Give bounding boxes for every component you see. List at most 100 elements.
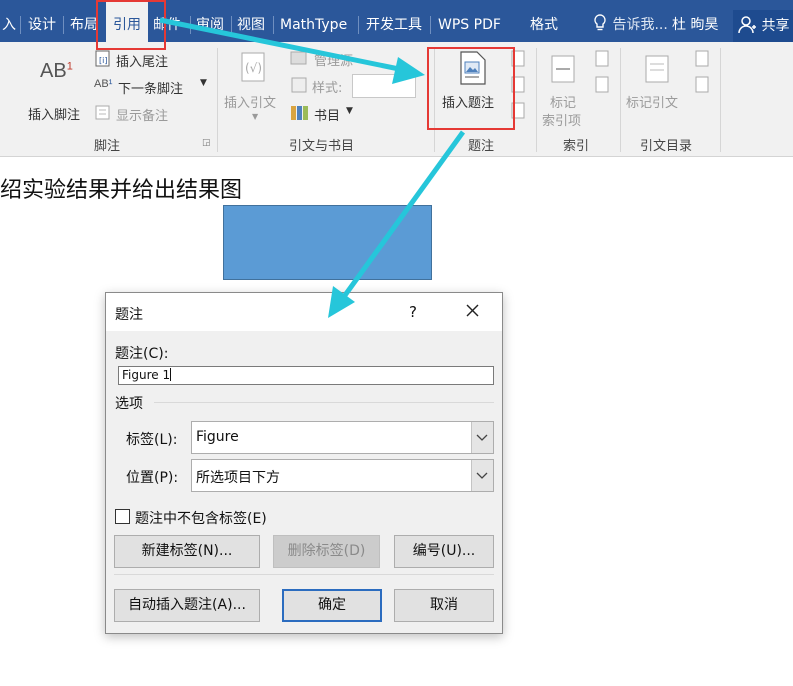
tab-wps-pdf[interactable]: WPS PDF — [438, 0, 501, 42]
bibliography-button[interactable]: 书目 ▼ — [290, 102, 370, 124]
style-label: 样式: — [312, 81, 343, 96]
mark-citation-icon — [645, 55, 669, 83]
tab-developer[interactable]: 开发工具 — [366, 0, 422, 42]
insert-footnote-button[interactable]: AB1 插入脚注 — [26, 54, 90, 123]
caption-dialog: 题注 ? 题注(C): Figure 1 选项 标签(L): Figure 位置… — [105, 292, 503, 634]
insert-index-icon[interactable] — [594, 50, 614, 68]
chevron-down-icon — [476, 472, 488, 479]
citation-icon: (√) — [241, 52, 265, 82]
dialog-launcher-icon[interactable]: ◲ — [202, 138, 211, 148]
buttons-divider — [114, 574, 494, 575]
cancel-button[interactable]: 取消 — [394, 589, 494, 622]
caption-input[interactable]: Figure 1 — [118, 366, 494, 385]
tab-separator — [20, 16, 21, 34]
mark-entry-icon — [551, 55, 575, 83]
tab-mathtype[interactable]: MathType — [280, 0, 347, 42]
tab-separator — [231, 16, 232, 34]
endnote-icon: [i] — [95, 50, 110, 67]
caption-input-value: Figure 1 — [122, 368, 171, 382]
footnote-group-label: 脚注 — [94, 139, 121, 154]
autocaption-button[interactable]: 自动插入题注(A)... — [114, 589, 260, 622]
manage-sources-label: 管理源 — [314, 54, 354, 69]
insert-citation-button[interactable]: (√) 插入引文 ▼ — [222, 50, 286, 124]
tab-format[interactable]: 格式 — [530, 0, 558, 42]
exclude-label-text: 题注中不包含标签(E) — [135, 511, 267, 527]
dialog-titlebar[interactable]: 题注 ? — [106, 293, 502, 331]
label-combobox[interactable]: Figure — [191, 421, 494, 454]
group-separator — [620, 48, 621, 152]
tab-separator — [358, 16, 359, 34]
new-label-button[interactable]: 新建标签(N)... — [114, 535, 260, 568]
group-separator — [536, 48, 537, 152]
user-name[interactable]: 杜 昫昊 — [672, 0, 718, 42]
delete-label-button[interactable]: 删除标签(D) — [273, 535, 380, 568]
citations-group-label: 引文与书目 — [289, 139, 355, 154]
highlight-insert-caption — [427, 47, 515, 130]
group-separator — [217, 48, 218, 152]
position-combobox-value: 所选项目下方 — [196, 470, 280, 486]
next-footnote-icon: AB¹ — [94, 78, 113, 90]
mark-entry-label-line2: 索引项 — [542, 114, 582, 129]
position-field-label: 位置(P): — [126, 470, 179, 486]
tab-separator — [273, 16, 274, 34]
tell-me-box[interactable]: 告诉我... — [592, 0, 668, 42]
ok-button[interactable]: 确定 — [282, 589, 382, 622]
label-dropdown-button[interactable] — [471, 422, 493, 453]
tell-me-text: 告诉我... — [612, 17, 668, 33]
style-icon — [291, 77, 307, 93]
person-icon — [738, 16, 756, 34]
caption-field-label: 题注(C): — [115, 346, 169, 362]
show-notes-icon — [95, 105, 110, 120]
tab-layout[interactable]: 布局 — [70, 0, 98, 42]
tab-insert[interactable]: 入 — [2, 0, 16, 42]
group-separator — [720, 48, 721, 152]
close-button[interactable] — [461, 298, 485, 322]
tab-design[interactable]: 设计 — [28, 0, 56, 42]
show-notes-button[interactable]: 显示备注 — [94, 104, 194, 124]
insert-endnote-button[interactable]: [i] 插入尾注 — [94, 50, 194, 70]
bibliography-label: 书目 — [314, 109, 341, 124]
mark-citation-label: 标记引文 — [626, 96, 679, 111]
options-divider — [154, 402, 494, 403]
text-cursor — [170, 368, 172, 381]
label-combobox-value: Figure — [196, 429, 239, 445]
share-button[interactable]: 共享 — [733, 10, 793, 42]
manage-sources-button[interactable]: 管理源 — [290, 48, 370, 69]
style-dropdown[interactable] — [352, 74, 416, 98]
bibliography-icon — [291, 106, 308, 120]
toa-group-label: 引文目录 — [640, 139, 693, 154]
share-label: 共享 — [761, 18, 790, 34]
dropdown-arrow-icon: ▼ — [346, 106, 353, 116]
insert-footnote-label: 插入脚注 — [28, 108, 81, 123]
tab-view[interactable]: 视图 — [237, 0, 265, 42]
label-field-label: 标签(L): — [126, 432, 178, 448]
position-combobox[interactable]: 所选项目下方 — [191, 459, 494, 492]
dropdown-arrow-icon: ▼ — [252, 112, 259, 121]
next-footnote-label: 下一条脚注 — [118, 82, 184, 97]
style-selector[interactable]: 样式: — [290, 74, 430, 98]
insert-toa-icon[interactable] — [694, 50, 714, 68]
document-figure-shape[interactable] — [223, 205, 432, 280]
insert-endnote-label: 插入尾注 — [116, 55, 169, 70]
update-toa-icon[interactable] — [694, 76, 714, 94]
tab-review[interactable]: 审阅 — [196, 0, 224, 42]
index-group-label: 索引 — [563, 139, 590, 154]
help-button[interactable]: ? — [409, 303, 417, 321]
document-heading-text: 绍实验结果并给出结果图 — [0, 178, 243, 203]
position-dropdown-button[interactable] — [471, 460, 493, 491]
tab-separator — [190, 16, 191, 34]
numbering-button[interactable]: 编号(U)... — [394, 535, 494, 568]
close-icon — [466, 304, 479, 317]
dropdown-arrow-icon: ▼ — [200, 78, 207, 88]
mark-entry-button[interactable]: 标记 索引项 — [540, 50, 592, 129]
footnote-ab-icon: AB1 — [40, 60, 73, 82]
highlight-references-tab — [96, 0, 166, 50]
next-footnote-button[interactable]: AB¹ 下一条脚注 ▼ — [94, 77, 210, 97]
update-index-icon[interactable] — [594, 76, 614, 94]
svg-text:(√): (√) — [245, 61, 262, 75]
manage-sources-icon — [290, 51, 307, 65]
tab-separator — [430, 16, 431, 34]
exclude-label-checkbox[interactable] — [115, 509, 130, 524]
dialog-title: 题注 — [115, 307, 143, 323]
mark-citation-button[interactable]: 标记引文 — [624, 50, 690, 111]
